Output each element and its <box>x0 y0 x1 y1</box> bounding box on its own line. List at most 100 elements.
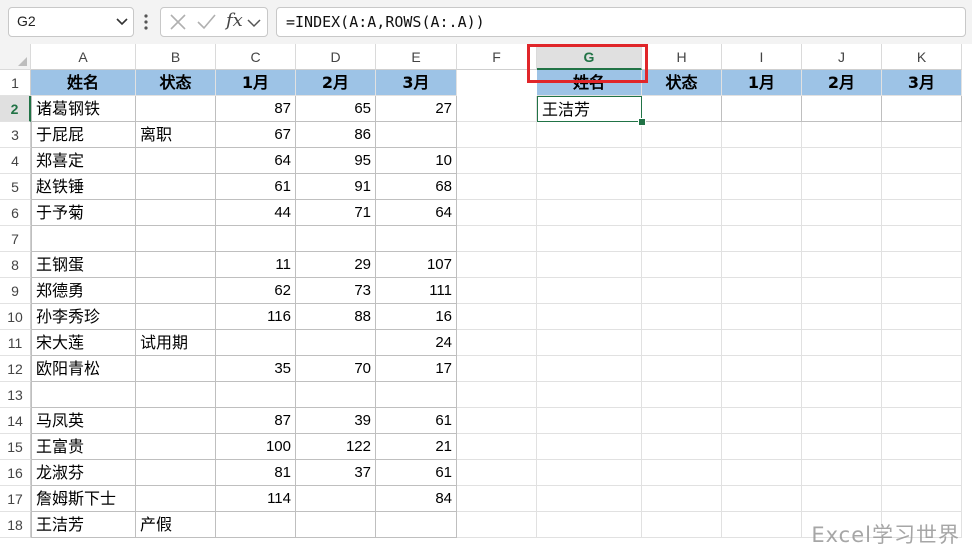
data-cell-m2[interactable]: 39 <box>296 408 376 434</box>
empty-cell[interactable] <box>882 330 962 356</box>
empty-cell[interactable] <box>802 278 882 304</box>
empty-cell[interactable] <box>642 200 722 226</box>
data-cell-name[interactable]: 宋大莲 <box>31 330 136 356</box>
data-cell-status[interactable] <box>136 460 216 486</box>
data-cell-m2[interactable]: 71 <box>296 200 376 226</box>
data-cell-name[interactable]: 龙淑芬 <box>31 460 136 486</box>
data-cell-m3[interactable]: 84 <box>376 486 457 512</box>
empty-cell[interactable] <box>642 174 722 200</box>
empty-cell[interactable] <box>537 148 642 174</box>
data-cell-name[interactable]: 欧阳青松 <box>31 356 136 382</box>
empty-cell[interactable] <box>722 330 802 356</box>
data-cell-name[interactable]: 马凤英 <box>31 408 136 434</box>
empty-cell[interactable] <box>537 434 642 460</box>
empty-cell[interactable] <box>722 252 802 278</box>
data-cell-m1[interactable]: 62 <box>216 278 296 304</box>
data-cell-m1[interactable]: 87 <box>216 96 296 122</box>
empty-cell[interactable] <box>882 304 962 330</box>
row-header-5[interactable]: 5 <box>0 174 31 200</box>
empty-cell[interactable] <box>882 122 962 148</box>
row-header-14[interactable]: 14 <box>0 408 31 434</box>
empty-cell[interactable] <box>722 226 802 252</box>
empty-cell[interactable] <box>882 278 962 304</box>
row-header-7[interactable]: 7 <box>0 226 31 252</box>
empty-cell[interactable] <box>802 460 882 486</box>
column-header-i[interactable]: I <box>722 44 802 70</box>
data-cell-status[interactable] <box>136 226 216 252</box>
data-cell-m3[interactable]: 111 <box>376 278 457 304</box>
data-cell-m1[interactable]: 116 <box>216 304 296 330</box>
data-cell-status[interactable] <box>136 252 216 278</box>
empty-cell[interactable] <box>802 174 882 200</box>
select-all-corner[interactable] <box>0 44 31 70</box>
data-cell-m3[interactable]: 61 <box>376 460 457 486</box>
data-cell-status[interactable] <box>136 356 216 382</box>
empty-cell[interactable] <box>882 434 962 460</box>
active-cell-g2[interactable]: 王洁芳 <box>537 96 642 122</box>
empty-cell[interactable] <box>722 174 802 200</box>
empty-cell[interactable] <box>882 356 962 382</box>
output-header-cell[interactable]: 姓名 <box>537 70 642 96</box>
data-cell-name[interactable]: 郑德勇 <box>31 278 136 304</box>
column-header-k[interactable]: K <box>882 44 962 70</box>
data-cell-status[interactable] <box>136 486 216 512</box>
empty-cell[interactable] <box>457 512 537 538</box>
empty-cell[interactable] <box>642 408 722 434</box>
empty-cell[interactable] <box>722 512 802 538</box>
empty-cell[interactable] <box>882 382 962 408</box>
empty-cell[interactable] <box>802 304 882 330</box>
empty-cell[interactable] <box>457 434 537 460</box>
data-cell-m2[interactable] <box>296 382 376 408</box>
data-cell-name[interactable]: 诸葛钢铁 <box>31 96 136 122</box>
data-cell-m2[interactable]: 95 <box>296 148 376 174</box>
data-cell-m3[interactable] <box>376 226 457 252</box>
empty-cell[interactable] <box>882 226 962 252</box>
empty-cell[interactable] <box>457 174 537 200</box>
data-cell-status[interactable] <box>136 278 216 304</box>
data-cell-status[interactable] <box>136 408 216 434</box>
data-cell-status[interactable]: 离职 <box>136 122 216 148</box>
name-box[interactable]: G2 <box>8 7 134 37</box>
data-cell-name[interactable]: 赵铁锤 <box>31 174 136 200</box>
data-cell-status[interactable] <box>136 96 216 122</box>
row-header-2[interactable]: 2 <box>0 96 31 122</box>
data-cell-m2[interactable]: 86 <box>296 122 376 148</box>
empty-cell[interactable] <box>802 356 882 382</box>
empty-cell[interactable] <box>882 252 962 278</box>
data-cell-status[interactable] <box>136 200 216 226</box>
data-cell-m2[interactable] <box>296 330 376 356</box>
more-options-icon[interactable] <box>142 12 150 32</box>
data-cell-m3[interactable] <box>376 122 457 148</box>
insert-function-icon[interactable]: fx <box>226 10 243 31</box>
data-cell-status[interactable] <box>136 174 216 200</box>
empty-cell[interactable] <box>457 122 537 148</box>
data-cell-m2[interactable]: 65 <box>296 96 376 122</box>
empty-cell[interactable] <box>537 460 642 486</box>
data-cell-m1[interactable]: 11 <box>216 252 296 278</box>
empty-cell[interactable] <box>457 460 537 486</box>
column-header-j[interactable]: J <box>802 44 882 70</box>
empty-cell[interactable] <box>457 226 537 252</box>
data-cell-m3[interactable]: 24 <box>376 330 457 356</box>
row-header-16[interactable]: 16 <box>0 460 31 486</box>
output-header-cell[interactable]: 2月 <box>802 70 882 96</box>
row-header-6[interactable]: 6 <box>0 200 31 226</box>
data-cell-m3[interactable] <box>376 512 457 538</box>
empty-cell[interactable] <box>537 356 642 382</box>
data-cell-status[interactable] <box>136 434 216 460</box>
fill-handle[interactable] <box>638 118 646 126</box>
empty-cell[interactable] <box>537 226 642 252</box>
empty-cell[interactable] <box>642 304 722 330</box>
data-cell-m1[interactable]: 81 <box>216 460 296 486</box>
data-cell-status[interactable] <box>136 382 216 408</box>
data-cell-m2[interactable]: 29 <box>296 252 376 278</box>
empty-cell[interactable] <box>642 330 722 356</box>
cancel-icon[interactable] <box>167 12 189 32</box>
data-cell-m3[interactable]: 64 <box>376 200 457 226</box>
row-header-4[interactable]: 4 <box>0 148 31 174</box>
empty-cell[interactable] <box>642 148 722 174</box>
data-cell-status[interactable] <box>136 304 216 330</box>
empty-cell[interactable] <box>457 148 537 174</box>
empty-cell[interactable] <box>882 148 962 174</box>
row-header-11[interactable]: 11 <box>0 330 31 356</box>
